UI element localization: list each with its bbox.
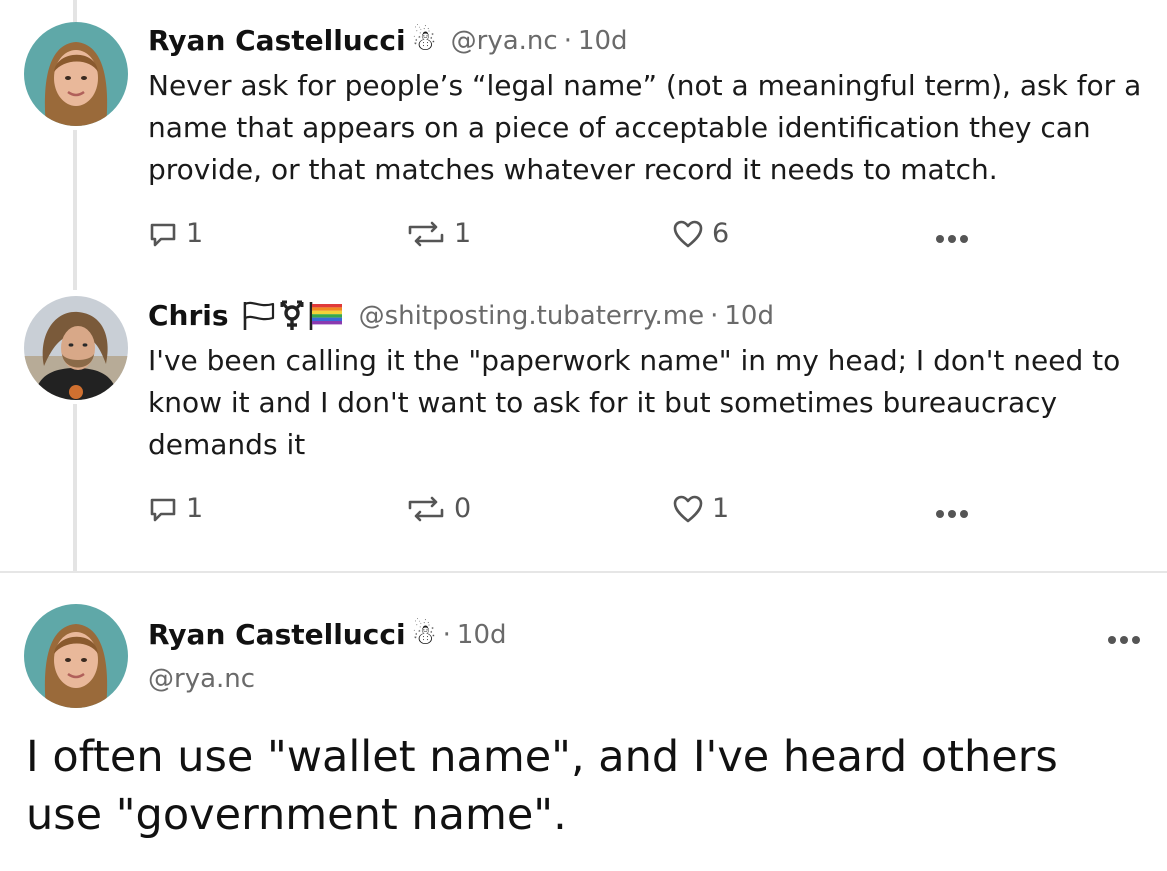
repost-button[interactable]: 1 xyxy=(406,218,471,249)
timestamp[interactable]: 10d xyxy=(724,301,774,331)
like-button[interactable]: 6 xyxy=(672,218,729,249)
author-handle[interactable]: @rya.nc xyxy=(148,664,255,694)
like-count: 1 xyxy=(712,493,730,524)
author-name[interactable]: Ryan Castellucci xyxy=(148,24,406,57)
timestamp[interactable]: 10d xyxy=(578,26,628,56)
ellipsis-icon xyxy=(1108,636,1140,644)
timestamp[interactable]: 10d xyxy=(457,620,507,650)
avatar[interactable] xyxy=(24,604,128,708)
ellipsis-icon xyxy=(936,235,968,243)
repost-arrows-icon xyxy=(408,496,444,521)
like-count: 6 xyxy=(712,218,730,249)
post-header: Ryan Castellucci ☃ · 10d xyxy=(148,618,507,651)
white-flag-icon xyxy=(243,301,274,330)
post-header: Chris @shitposting.tubaterry.me · 10d xyxy=(148,299,774,332)
transgender-symbol-icon xyxy=(280,300,304,330)
repost-arrows-icon xyxy=(408,221,444,246)
author-handle[interactable]: @rya.nc xyxy=(451,26,558,56)
display-name-emoji xyxy=(241,300,345,332)
reply-button[interactable]: 1 xyxy=(148,493,203,524)
post-actions: 1 1 6 xyxy=(148,218,978,254)
like-button[interactable]: 1 xyxy=(672,493,729,524)
reply-count: 1 xyxy=(186,493,204,524)
heart-icon xyxy=(673,220,703,247)
post-header: Ryan Castellucci ☃ @rya.nc · 10d xyxy=(148,24,628,57)
author-name[interactable]: Ryan Castellucci xyxy=(148,618,406,651)
avatar[interactable] xyxy=(24,296,128,400)
reply-button[interactable]: 1 xyxy=(148,218,203,249)
more-options-button[interactable] xyxy=(934,505,970,524)
separator: · xyxy=(442,619,451,650)
speech-bubble-icon xyxy=(150,223,176,246)
main-post-text: I often use "wallet name", and I've hear… xyxy=(26,732,1058,840)
separator: · xyxy=(563,25,572,56)
thread-line xyxy=(73,0,77,22)
repost-count: 1 xyxy=(454,218,472,249)
repost-button[interactable]: 0 xyxy=(406,493,471,524)
more-options-button[interactable] xyxy=(1106,631,1142,650)
author-handle[interactable]: @shitposting.tubaterry.me xyxy=(359,301,705,331)
reply-count: 1 xyxy=(186,218,204,249)
post-text: I've been calling it the "paperwork name… xyxy=(148,344,1121,461)
rainbow-flag-icon xyxy=(309,301,342,330)
post-text: Never ask for people’s “legal name” (not… xyxy=(148,69,1142,186)
thread-line xyxy=(73,130,77,290)
thread-line xyxy=(73,404,77,572)
snowman-badge-icon: ☃ xyxy=(411,24,437,57)
snowman-badge-icon: ☃ xyxy=(411,618,437,651)
heart-icon xyxy=(673,495,703,522)
ellipsis-icon xyxy=(936,510,968,518)
post-actions: 1 0 1 xyxy=(148,493,978,529)
speech-bubble-icon xyxy=(150,498,176,521)
avatar[interactable] xyxy=(24,22,128,126)
author-name[interactable]: Chris xyxy=(148,299,229,332)
more-options-button[interactable] xyxy=(934,230,970,249)
divider xyxy=(0,571,1167,573)
separator: · xyxy=(710,300,719,331)
repost-count: 0 xyxy=(454,493,472,524)
